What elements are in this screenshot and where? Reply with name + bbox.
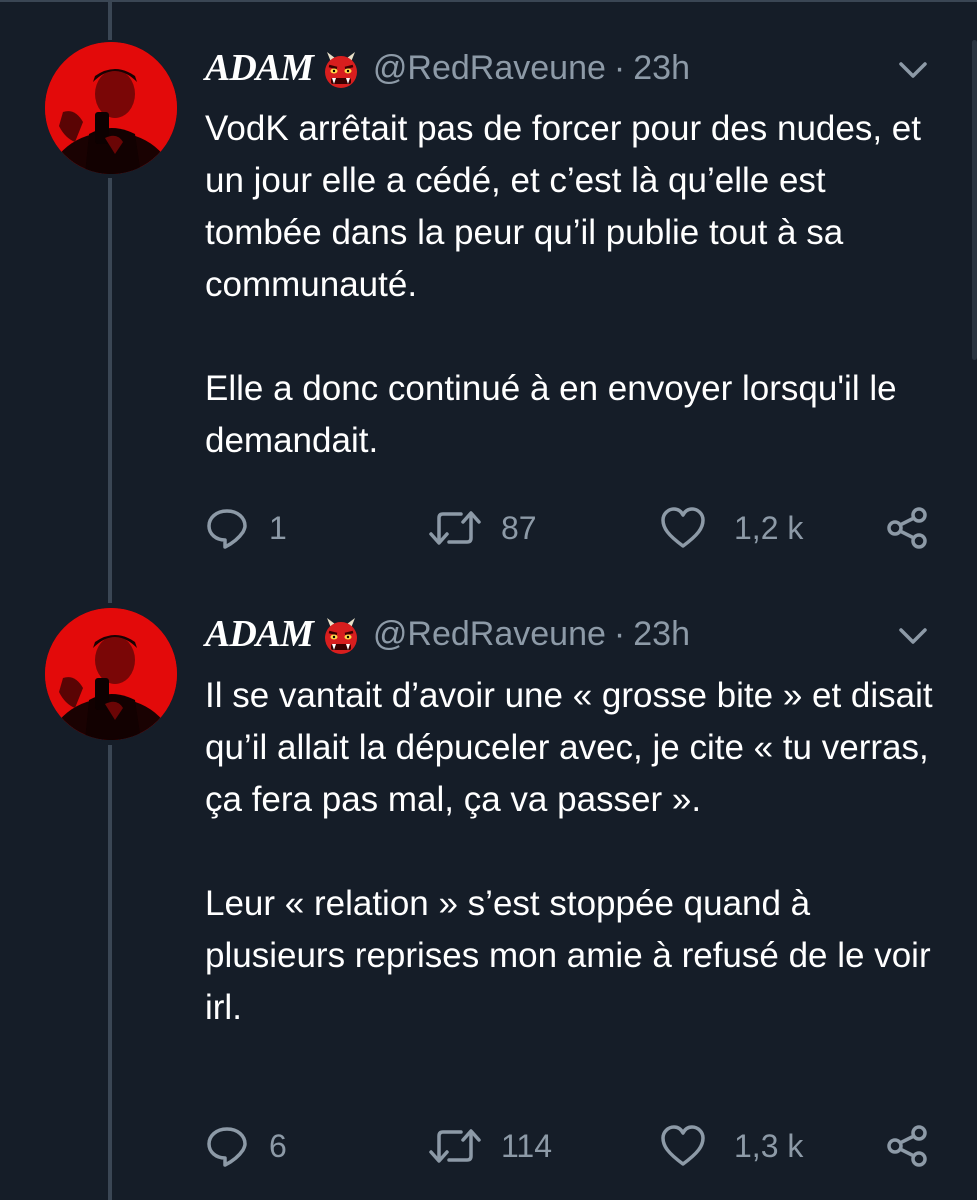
tweet-header: ADAM @RedRaveune · 23h — [205, 610, 690, 658]
tweet-paragraph: Elle a donc continué à en envoyer lorsqu… — [205, 369, 897, 460]
separator-dot: · — [613, 48, 626, 87]
tweet[interactable]: ADAM @RedRaveune · 23h VodK arrêtait pas… — [0, 0, 977, 600]
like-count: 1,2 k — [734, 509, 804, 546]
tweet-text: VodK arrêtait pas de forcer pour des nud… — [205, 103, 945, 467]
heart-icon — [660, 1124, 706, 1168]
display-name[interactable]: ADAM — [205, 46, 314, 90]
tweet-paragraph: VodK arrêtait pas de forcer pour des nud… — [205, 109, 921, 304]
timestamp[interactable]: 23h — [633, 615, 690, 654]
retweet-button[interactable]: 87 — [427, 503, 537, 553]
tweet-paragraph: Il se vantait d’avoir une « grosse bite … — [205, 676, 933, 819]
avatar[interactable] — [45, 42, 177, 174]
reply-button[interactable]: 6 — [205, 1121, 287, 1171]
reply-count: 1 — [269, 509, 287, 546]
retweet-icon — [427, 1124, 483, 1168]
retweet-count: 114 — [501, 1127, 553, 1164]
tweet[interactable]: ADAM @RedRaveune · 23h Il se vantait d’a… — [0, 600, 977, 1200]
speech-bubble-icon — [205, 506, 249, 550]
ogre-emoji-icon — [321, 612, 361, 656]
timestamp[interactable]: 23h — [633, 49, 690, 88]
user-handle[interactable]: @RedRaveune — [373, 615, 606, 654]
share-button[interactable] — [885, 503, 931, 553]
tweet-paragraph: Leur « relation » s’est stoppée quand à … — [205, 884, 931, 1027]
retweet-icon — [427, 506, 483, 550]
chevron-down-icon[interactable] — [893, 622, 933, 650]
reply-button[interactable]: 1 — [205, 503, 287, 553]
like-button[interactable]: 1,2 k — [660, 503, 803, 553]
tweet-header: ADAM @RedRaveune · 23h — [205, 44, 690, 92]
retweet-count: 87 — [501, 509, 537, 546]
retweet-button[interactable]: 114 — [427, 1121, 552, 1171]
tweet-actions: 1 87 1,2 k — [205, 503, 945, 553]
user-handle[interactable]: @RedRaveune — [373, 49, 606, 88]
like-count: 1,3 k — [734, 1127, 804, 1164]
display-name[interactable]: ADAM — [205, 612, 314, 656]
speech-bubble-icon — [205, 1124, 249, 1168]
tweet-text: Il se vantait d’avoir une « grosse bite … — [205, 670, 945, 1034]
chevron-down-icon[interactable] — [893, 56, 933, 84]
avatar[interactable] — [45, 608, 177, 740]
heart-icon — [660, 506, 706, 550]
ogre-emoji-icon — [321, 46, 361, 90]
tweet-actions: 6 114 1,3 k — [205, 1121, 945, 1171]
share-button[interactable] — [885, 1121, 931, 1171]
share-icon — [885, 1124, 931, 1168]
reply-count: 6 — [269, 1127, 287, 1164]
like-button[interactable]: 1,3 k — [660, 1121, 803, 1171]
share-icon — [885, 506, 931, 550]
separator-dot: · — [613, 614, 626, 653]
